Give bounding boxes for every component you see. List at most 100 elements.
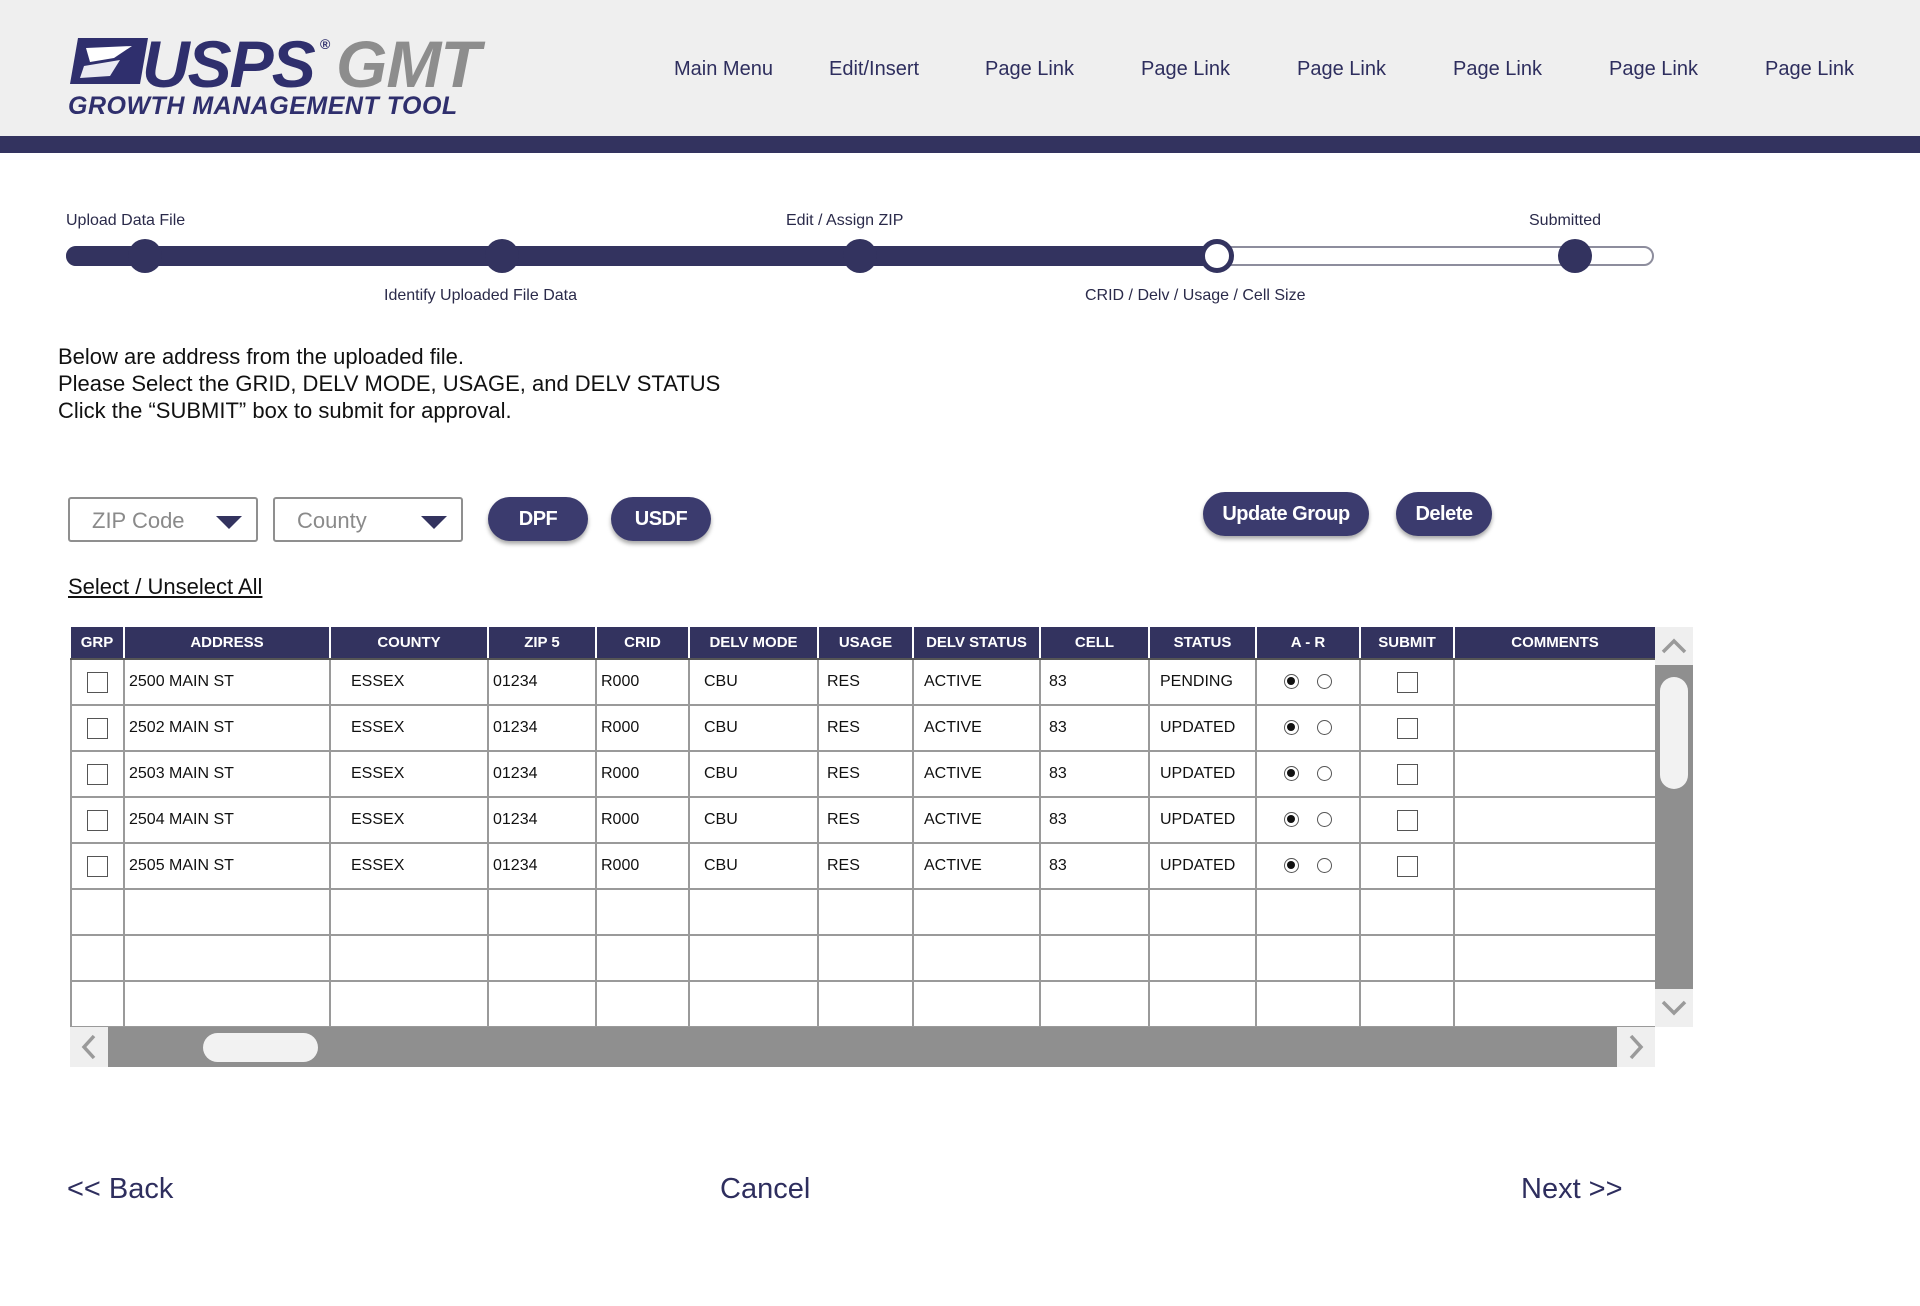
nav-page-link-6[interactable]: Page Link <box>1765 58 1854 81</box>
cancel-link[interactable]: Cancel <box>720 1173 810 1206</box>
grp-checkbox[interactable] <box>87 809 108 831</box>
eagle-logo-icon <box>70 38 148 84</box>
progress-node-current <box>1200 239 1234 273</box>
nav-page-link-1[interactable]: Page Link <box>985 58 1074 81</box>
col-header-crid[interactable]: CRID <box>596 627 690 660</box>
grp-checkbox[interactable] <box>87 671 108 693</box>
col-header-cell[interactable]: CELL <box>1040 627 1150 660</box>
col-header-delv-mode[interactable]: DELV MODE <box>689 627 819 660</box>
nav-page-link-5[interactable]: Page Link <box>1609 58 1698 81</box>
delv-mode-cell: CBU <box>688 704 819 752</box>
progress-node-2 <box>485 239 519 273</box>
delv-status-cell: ACTIVE <box>912 704 1041 752</box>
reject-radio[interactable] <box>1317 766 1332 782</box>
horizontal-scroll-thumb[interactable] <box>203 1033 318 1062</box>
nav-edit-insert[interactable]: Edit/Insert <box>829 58 919 81</box>
col-header-grp[interactable]: GRP <box>71 627 125 660</box>
delv-mode-cell: CBU <box>688 796 819 844</box>
grp-cell <box>70 842 125 890</box>
crid-cell: R000 <box>595 750 690 798</box>
submit-checkbox[interactable] <box>1396 671 1418 693</box>
scroll-up-button[interactable] <box>1655 627 1693 665</box>
scroll-right-button[interactable] <box>1617 1027 1655 1067</box>
scroll-left-button[interactable] <box>70 1027 108 1067</box>
reject-radio[interactable] <box>1317 720 1332 736</box>
comments-cell[interactable] <box>1453 796 1655 844</box>
col-header-address[interactable]: ADDRESS <box>124 627 331 660</box>
scroll-down-button[interactable] <box>1655 989 1693 1027</box>
table-row: 2502 MAIN ST ESSEX 01234 R000 CBU RES AC… <box>70 704 1655 752</box>
status-cell: UPDATED <box>1148 704 1257 752</box>
approve-radio[interactable] <box>1284 858 1299 874</box>
vertical-scroll-thumb[interactable] <box>1660 677 1688 789</box>
submit-checkbox[interactable] <box>1396 809 1418 831</box>
col-header-status[interactable]: STATUS <box>1149 627 1257 660</box>
col-header-comments[interactable]: COMMENTS <box>1454 627 1655 660</box>
submit-checkbox[interactable] <box>1396 717 1418 739</box>
col-header-county[interactable]: COUNTY <box>330 627 489 660</box>
col-header-delv-status[interactable]: DELV STATUS <box>913 627 1041 660</box>
approve-radio[interactable] <box>1284 812 1299 828</box>
col-header-zip5[interactable]: ZIP 5 <box>488 627 597 660</box>
table-row: 2503 MAIN ST ESSEX 01234 R000 CBU RES AC… <box>70 750 1655 798</box>
col-header-submit[interactable]: SUBMIT <box>1360 627 1455 660</box>
county-placeholder: County <box>297 508 367 533</box>
nav-page-link-4[interactable]: Page Link <box>1453 58 1542 81</box>
usps-gmt-logo[interactable]: USPS ® GMT GROWTH MANAGEMENT TOOL <box>66 27 496 126</box>
comments-cell[interactable] <box>1453 658 1655 706</box>
nav-page-link-3[interactable]: Page Link <box>1297 58 1386 81</box>
approve-radio[interactable] <box>1284 674 1299 690</box>
reject-radio[interactable] <box>1317 812 1332 828</box>
approve-radio[interactable] <box>1284 720 1299 736</box>
grp-cell <box>70 704 125 752</box>
next-link[interactable]: Next >> <box>1521 1173 1623 1206</box>
address-cell: 2500 MAIN ST <box>123 658 331 706</box>
zip5-cell: 01234 <box>487 796 597 844</box>
chevron-up-icon <box>1661 638 1687 654</box>
usdf-button[interactable]: USDF <box>611 497 711 541</box>
submit-cell <box>1359 842 1455 890</box>
dpf-button[interactable]: DPF <box>488 497 588 541</box>
comments-cell[interactable] <box>1453 750 1655 798</box>
grp-checkbox[interactable] <box>87 763 108 785</box>
horizontal-scrollbar[interactable] <box>70 1027 1655 1067</box>
submit-checkbox[interactable] <box>1396 763 1418 785</box>
address-cell: 2505 MAIN ST <box>123 842 331 890</box>
instruction-line-2: Please Select the GRID, DELV MODE, USAGE… <box>58 371 721 396</box>
crid-cell: R000 <box>595 842 690 890</box>
grp-cell <box>70 658 125 706</box>
a-r-cell <box>1255 750 1361 798</box>
update-group-button[interactable]: Update Group <box>1203 492 1369 536</box>
table-header-row: GRP ADDRESS COUNTY ZIP 5 CRID DELV MODE … <box>71 627 1655 660</box>
usage-cell: RES <box>817 750 914 798</box>
back-link[interactable]: << Back <box>67 1173 173 1206</box>
comments-cell[interactable] <box>1453 704 1655 752</box>
zip5-cell: 01234 <box>487 750 597 798</box>
delv-status-cell: ACTIVE <box>912 842 1041 890</box>
crid-cell: R000 <box>595 796 690 844</box>
submit-checkbox[interactable] <box>1396 855 1418 877</box>
approve-radio[interactable] <box>1284 766 1299 782</box>
nav-main-menu[interactable]: Main Menu <box>674 58 773 81</box>
grp-checkbox[interactable] <box>87 717 108 739</box>
delete-button[interactable]: Delete <box>1396 492 1492 536</box>
usage-cell: RES <box>817 842 914 890</box>
county-select[interactable]: County <box>273 497 463 542</box>
comments-cell[interactable] <box>1453 842 1655 890</box>
reject-radio[interactable] <box>1317 858 1332 874</box>
vertical-scrollbar[interactable] <box>1655 627 1693 1027</box>
col-header-a-r[interactable]: A - R <box>1256 627 1361 660</box>
select-unselect-all-link[interactable]: Select / Unselect All <box>68 574 262 600</box>
nav-page-link-2[interactable]: Page Link <box>1141 58 1230 81</box>
col-header-usage[interactable]: USAGE <box>818 627 914 660</box>
cell-cell: 83 <box>1039 704 1150 752</box>
grp-checkbox[interactable] <box>87 855 108 877</box>
header-divider-bar <box>0 136 1920 153</box>
logo-usps-text: USPS <box>142 27 316 101</box>
reject-radio[interactable] <box>1317 674 1332 690</box>
progress-node-3 <box>843 239 877 273</box>
cell-cell: 83 <box>1039 750 1150 798</box>
delv-status-cell: ACTIVE <box>912 750 1041 798</box>
zip-code-select[interactable]: ZIP Code <box>68 497 258 542</box>
zip5-cell: 01234 <box>487 658 597 706</box>
